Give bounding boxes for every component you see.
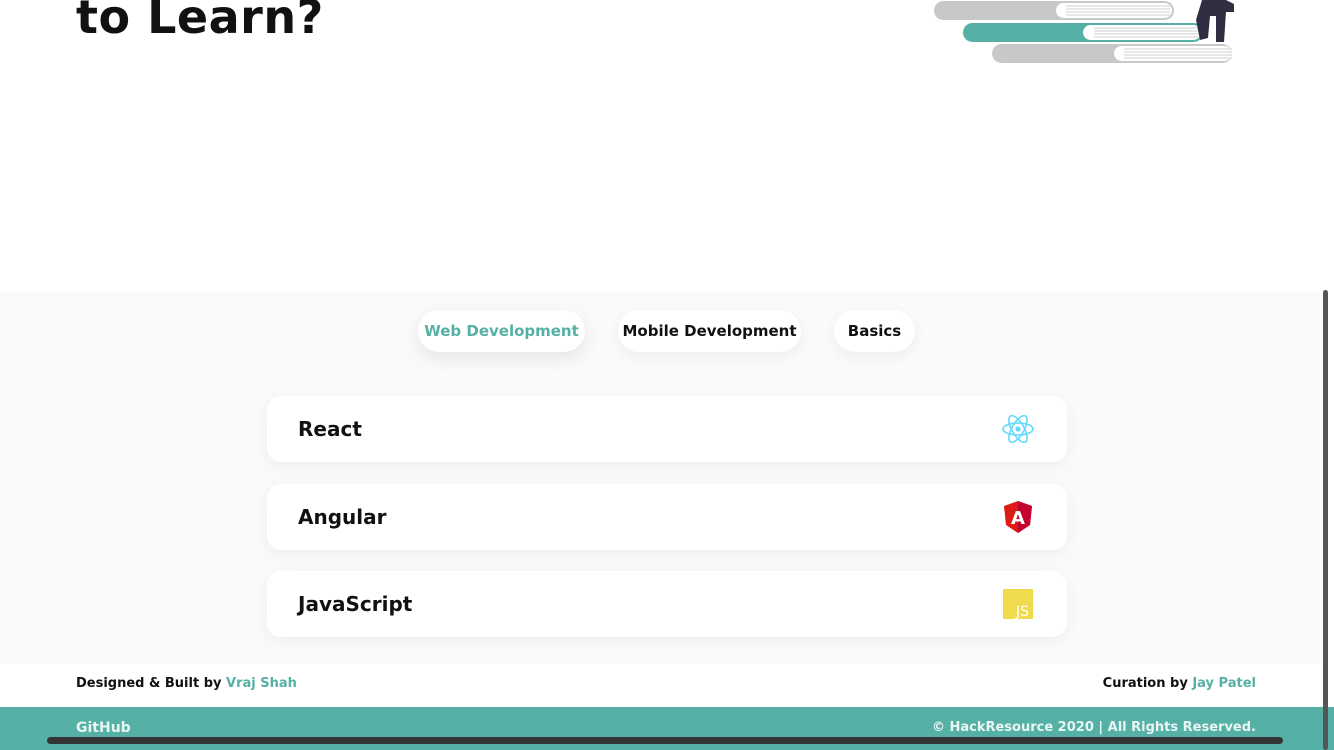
card-title: React <box>298 417 362 441</box>
credits-bar: Designed & Built by Vraj Shah Curation b… <box>0 664 1334 707</box>
curator-credit: Curation by Jay Patel <box>1103 676 1256 691</box>
angular-icon: A <box>1001 500 1035 534</box>
hero-title: to Learn? <box>76 0 324 44</box>
javascript-icon: JS <box>1001 587 1035 621</box>
designer-credit-prefix: Designed & Built by <box>76 676 222 691</box>
react-icon <box>1001 412 1035 446</box>
resource-card-javascript[interactable]: JavaScript JS <box>267 571 1067 637</box>
designer-name-link[interactable]: Vraj Shah <box>226 676 297 691</box>
angular-icon-letter: A <box>1011 508 1025 529</box>
hero-section: to Learn? <box>0 0 1334 292</box>
card-title: Angular <box>298 505 387 529</box>
resources-section: Web Development Mobile Development Basic… <box>0 292 1322 664</box>
books-illustration <box>930 0 1240 70</box>
tab-label: Mobile Development <box>622 322 797 340</box>
card-title: JavaScript <box>298 592 413 616</box>
github-link[interactable]: GitHub <box>76 720 131 736</box>
designer-credit: Designed & Built by Vraj Shah <box>76 676 297 691</box>
tab-web-development[interactable]: Web Development <box>418 310 585 352</box>
category-tabs: Web Development Mobile Development Basic… <box>0 310 1322 352</box>
tab-mobile-development[interactable]: Mobile Development <box>618 310 801 352</box>
vertical-scrollbar[interactable] <box>1323 290 1328 750</box>
horizontal-scrollbar[interactable] <box>47 737 1283 744</box>
tab-label: Basics <box>847 322 902 340</box>
resource-card-angular[interactable]: Angular A <box>267 484 1067 550</box>
copyright-text: © HackResource 2020 | All Rights Reserve… <box>931 720 1256 735</box>
curator-credit-prefix: Curation by <box>1102 676 1188 691</box>
tab-basics[interactable]: Basics <box>834 310 915 352</box>
javascript-icon-letters: JS <box>1015 604 1029 619</box>
curator-name-link[interactable]: Jay Patel <box>1192 676 1256 691</box>
tab-label: Web Development <box>424 322 579 340</box>
resource-card-react[interactable]: React <box>267 396 1067 462</box>
